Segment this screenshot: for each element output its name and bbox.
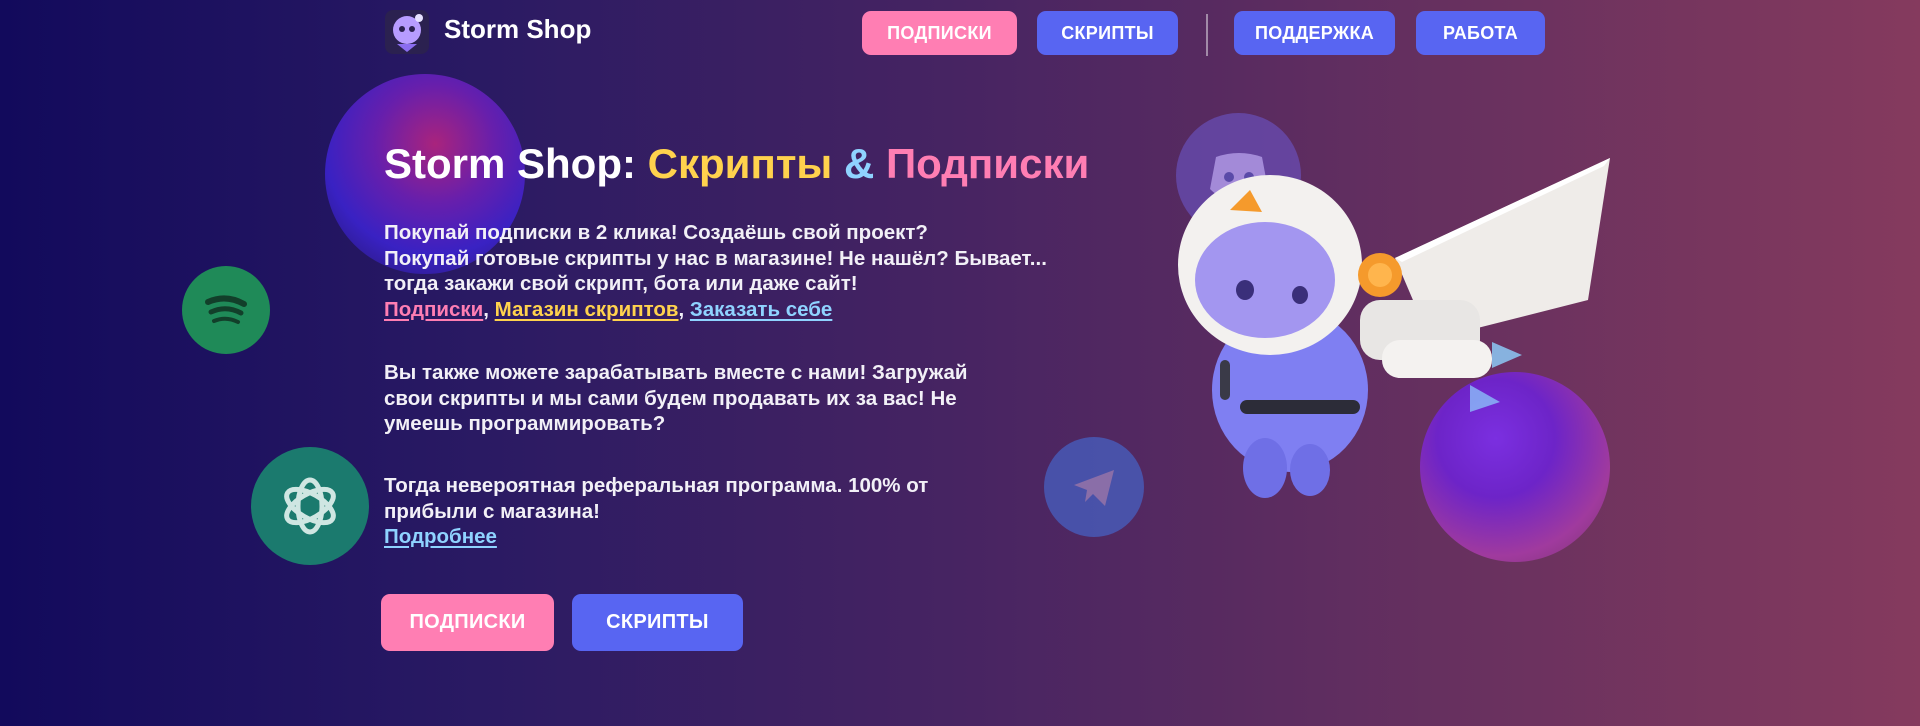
openai-icon (251, 447, 369, 565)
cta-subscriptions-button[interactable]: ПОДПИСКИ (381, 594, 554, 651)
astronaut-mascot-icon (1178, 158, 1610, 498)
link-separator: , (678, 297, 690, 321)
hero-title: Storm Shop: Скрипты & Подписки (384, 140, 1089, 188)
hero-intro-line: Покупай подписки в 2 клика! Создаёшь сво… (384, 221, 928, 244)
nav-divider (1206, 14, 1208, 56)
nav-scripts-button[interactable]: СКРИПТЫ (1037, 11, 1178, 55)
hero-intro: Покупай подписки в 2 клика! Создаёшь сво… (384, 220, 1047, 322)
hero-referral-line: Тогда невероятная реферальная программа.… (384, 474, 929, 497)
hero-referral-line: прибыли с магазина! (384, 499, 600, 523)
hero-title-ampersand: & (832, 140, 886, 187)
link-order[interactable]: Заказать себе (690, 298, 832, 321)
link-scripts-shop[interactable]: Магазин скриптов (495, 298, 679, 321)
nav-subscriptions-button[interactable]: ПОДПИСКИ (862, 11, 1017, 55)
hero-intro-line: Покупай готовые скрипты у нас в магазине… (384, 246, 1047, 270)
nav-work-button[interactable]: РАБОТА (1416, 11, 1545, 55)
hero-title-subscriptions: Подписки (885, 140, 1090, 187)
hero-earn-line: свои скрипты и мы сами будем продавать и… (384, 386, 957, 410)
cta-scripts-button[interactable]: СКРИПТЫ (572, 594, 743, 651)
telegram-icon (1044, 437, 1144, 537)
hero-intro-line: тогда закажи свой скрипт, бота или даже … (384, 272, 858, 295)
storm-shop-logo-icon[interactable] (383, 8, 431, 56)
hero-earn-line: умеешь программировать? (384, 412, 666, 435)
link-subscriptions[interactable]: Подписки (384, 298, 483, 321)
hero-links: Подписки, Магазин скриптов, Заказать себ… (384, 297, 1047, 323)
spotify-icon (182, 266, 270, 354)
hero-referral: Тогда невероятная реферальная программа.… (384, 473, 928, 550)
brand-name[interactable]: Storm Shop (444, 14, 591, 45)
hero-title-scripts: Скрипты (647, 140, 833, 187)
hero-title-brand: Storm Shop: (384, 140, 648, 187)
nav-support-button[interactable]: ПОДДЕРЖКА (1234, 11, 1395, 55)
link-separator: , (483, 297, 495, 321)
hero-earn: Вы также можете зарабатывать вместе с на… (384, 360, 967, 437)
hero-earn-line: Вы также можете зарабатывать вместе с на… (384, 361, 968, 384)
link-more[interactable]: Подробнее (384, 525, 497, 548)
